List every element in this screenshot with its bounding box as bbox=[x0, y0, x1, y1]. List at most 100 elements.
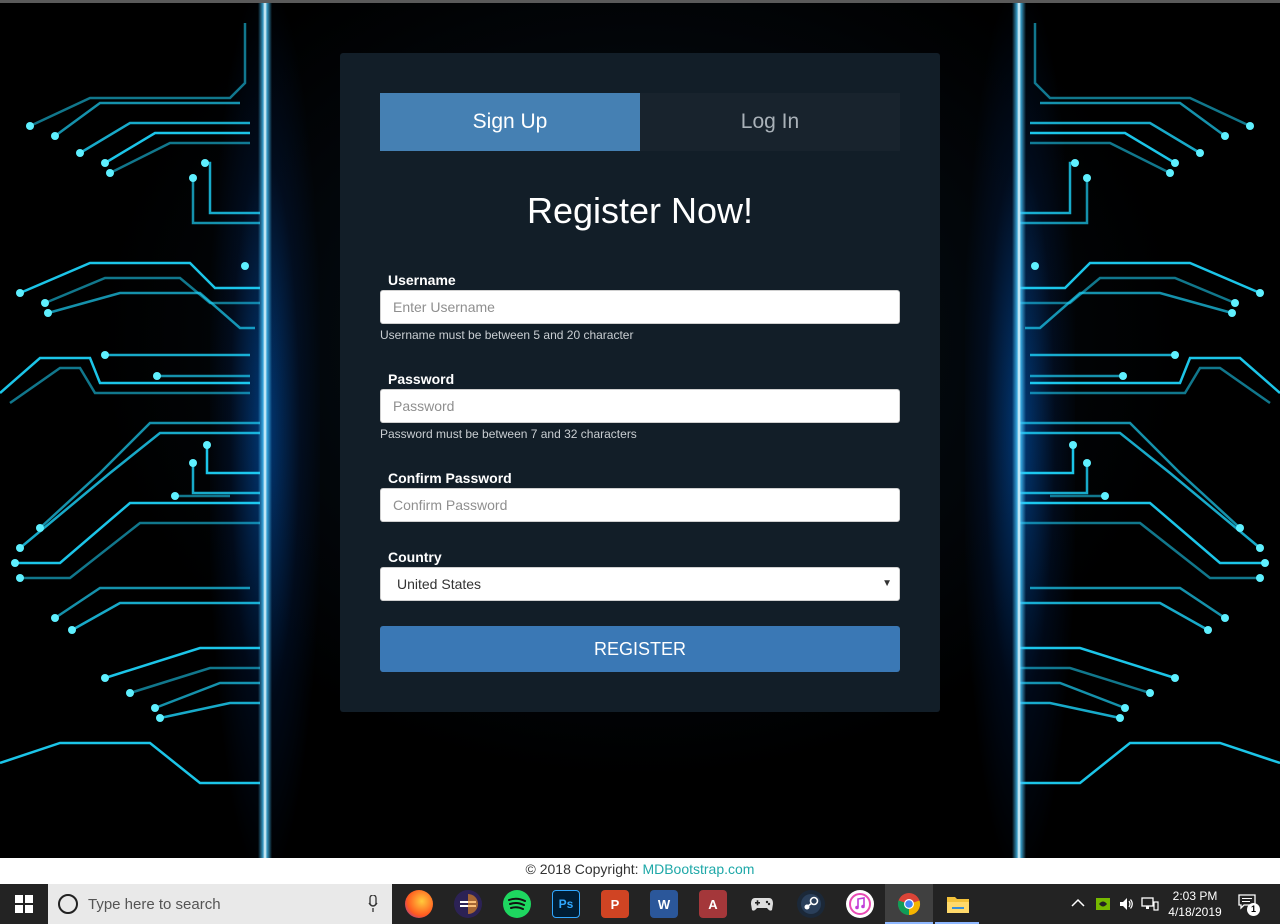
circuit-trace bbox=[205, 161, 260, 215]
circuit-trace bbox=[1020, 701, 1121, 720]
auth-tabs: Sign Up Log In bbox=[380, 93, 900, 151]
circuit-node bbox=[126, 689, 134, 697]
circuit-node bbox=[1256, 289, 1264, 297]
circuit-node bbox=[106, 169, 114, 177]
circuit-trace bbox=[159, 701, 260, 720]
itunes-icon[interactable] bbox=[846, 890, 874, 918]
steam-icon[interactable] bbox=[797, 890, 825, 918]
microphone-icon[interactable] bbox=[368, 895, 378, 913]
circuit-node bbox=[1171, 351, 1179, 359]
word-icon[interactable]: W bbox=[650, 890, 678, 918]
circuit-trace bbox=[104, 646, 260, 680]
circuit-node bbox=[16, 544, 24, 552]
steam-logo-icon bbox=[801, 894, 821, 914]
confirm-password-input[interactable] bbox=[380, 488, 900, 522]
circuit-node bbox=[1031, 262, 1039, 270]
circuit-node bbox=[241, 262, 249, 270]
circuit-node bbox=[1166, 169, 1174, 177]
circuit-trace bbox=[1030, 131, 1176, 165]
gamepad-shape-icon bbox=[751, 898, 773, 911]
circuit-node bbox=[26, 122, 34, 130]
access-icon[interactable]: A bbox=[699, 890, 727, 918]
page-title: Register Now! bbox=[526, 190, 754, 231]
circuit-trace bbox=[71, 601, 260, 632]
circuit-trace bbox=[1020, 276, 1236, 305]
circuit-trace bbox=[129, 666, 260, 695]
circuit-trace bbox=[1020, 501, 1265, 565]
volume-icon[interactable] bbox=[1118, 896, 1134, 912]
taskbar-search[interactable]: Type here to search bbox=[48, 884, 392, 924]
footer-copyright: © 2018 Copyright: bbox=[525, 861, 643, 877]
taskbar-search-placeholder: Type here to search bbox=[88, 895, 221, 913]
circuit-node bbox=[1221, 614, 1229, 622]
circuit-node bbox=[101, 674, 109, 682]
circuit-trace bbox=[1020, 666, 1151, 695]
register-button[interactable]: REGISTER bbox=[380, 626, 900, 672]
country-selected-value: United States bbox=[397, 576, 482, 592]
circuit-node bbox=[1121, 704, 1129, 712]
circuit-node bbox=[101, 159, 109, 167]
network-icon[interactable] bbox=[1141, 896, 1159, 912]
footer-link[interactable]: MDBootstrap.com bbox=[642, 861, 754, 877]
circuit-node bbox=[16, 574, 24, 582]
taskbar-clock[interactable]: 2:03 PM 4/18/2019 bbox=[1162, 888, 1228, 920]
circuit-node bbox=[1071, 159, 1079, 167]
notification-center-button[interactable]: 1 bbox=[1238, 894, 1260, 916]
circuit-node bbox=[68, 626, 76, 634]
chrome-icon[interactable] bbox=[895, 890, 923, 918]
footer: © 2018 Copyright: MDBootstrap.com bbox=[0, 858, 1280, 884]
circuit-trace bbox=[1033, 23, 1251, 128]
password-label: Password bbox=[388, 371, 455, 387]
circuit-node bbox=[203, 441, 211, 449]
firefox-icon[interactable] bbox=[405, 890, 433, 918]
spotify-icon[interactable] bbox=[503, 890, 531, 918]
circuit-trace bbox=[104, 131, 250, 165]
register-card: Sign Up Log In Register Now! Username Us… bbox=[340, 53, 940, 712]
circuit-node bbox=[171, 492, 179, 500]
circuit-right-art bbox=[1020, 23, 1280, 785]
username-hint: Username must be between 5 and 20 charac… bbox=[380, 328, 634, 342]
circuit-node bbox=[1069, 441, 1077, 449]
circuit-node bbox=[201, 159, 209, 167]
circuit-node bbox=[1171, 159, 1179, 167]
circuit-node bbox=[51, 614, 59, 622]
tab-log-in[interactable]: Log In bbox=[640, 93, 900, 151]
chrome-logo-icon bbox=[897, 893, 921, 916]
circuit-trace bbox=[1020, 463, 1089, 495]
circuit-left-art bbox=[0, 23, 260, 785]
powerpoint-icon[interactable]: P bbox=[601, 890, 629, 918]
circuit-node bbox=[1246, 122, 1254, 130]
eclipse-icon[interactable] bbox=[454, 890, 482, 918]
file-explorer-icon[interactable] bbox=[944, 890, 972, 918]
circuit-trace bbox=[29, 23, 247, 128]
gamepad-icon[interactable] bbox=[748, 890, 776, 918]
circuit-trace bbox=[1020, 601, 1209, 632]
circuit-node bbox=[1146, 689, 1154, 697]
username-input[interactable] bbox=[380, 290, 900, 324]
circuit-node bbox=[101, 351, 109, 359]
password-input[interactable] bbox=[380, 389, 900, 423]
circuit-trace bbox=[191, 178, 260, 225]
tab-sign-up[interactable]: Sign Up bbox=[380, 93, 640, 151]
nvidia-icon[interactable] bbox=[1095, 896, 1111, 912]
circuit-node bbox=[151, 704, 159, 712]
circuit-trace bbox=[79, 121, 250, 155]
password-hint: Password must be between 7 and 32 charac… bbox=[380, 427, 637, 441]
circuit-trace bbox=[1020, 646, 1176, 680]
circuit-trace bbox=[1030, 366, 1271, 405]
cortana-icon bbox=[58, 894, 78, 914]
circuit-trace bbox=[1025, 291, 1233, 330]
chevron-up-icon[interactable] bbox=[1071, 898, 1085, 908]
circuit-node bbox=[1083, 459, 1091, 467]
start-button[interactable] bbox=[0, 884, 48, 924]
light-beam-right bbox=[1012, 3, 1026, 858]
caret-down-icon: ▼ bbox=[882, 578, 892, 589]
eclipse-lines-icon bbox=[458, 894, 478, 914]
circuit-trace bbox=[1020, 741, 1280, 785]
photoshop-icon[interactable]: Ps bbox=[552, 890, 580, 918]
circuit-trace bbox=[1020, 421, 1241, 529]
circuit-node bbox=[189, 459, 197, 467]
country-select[interactable]: United States ▼ bbox=[380, 567, 900, 601]
circuit-trace bbox=[191, 463, 260, 495]
circuit-trace bbox=[54, 101, 240, 138]
